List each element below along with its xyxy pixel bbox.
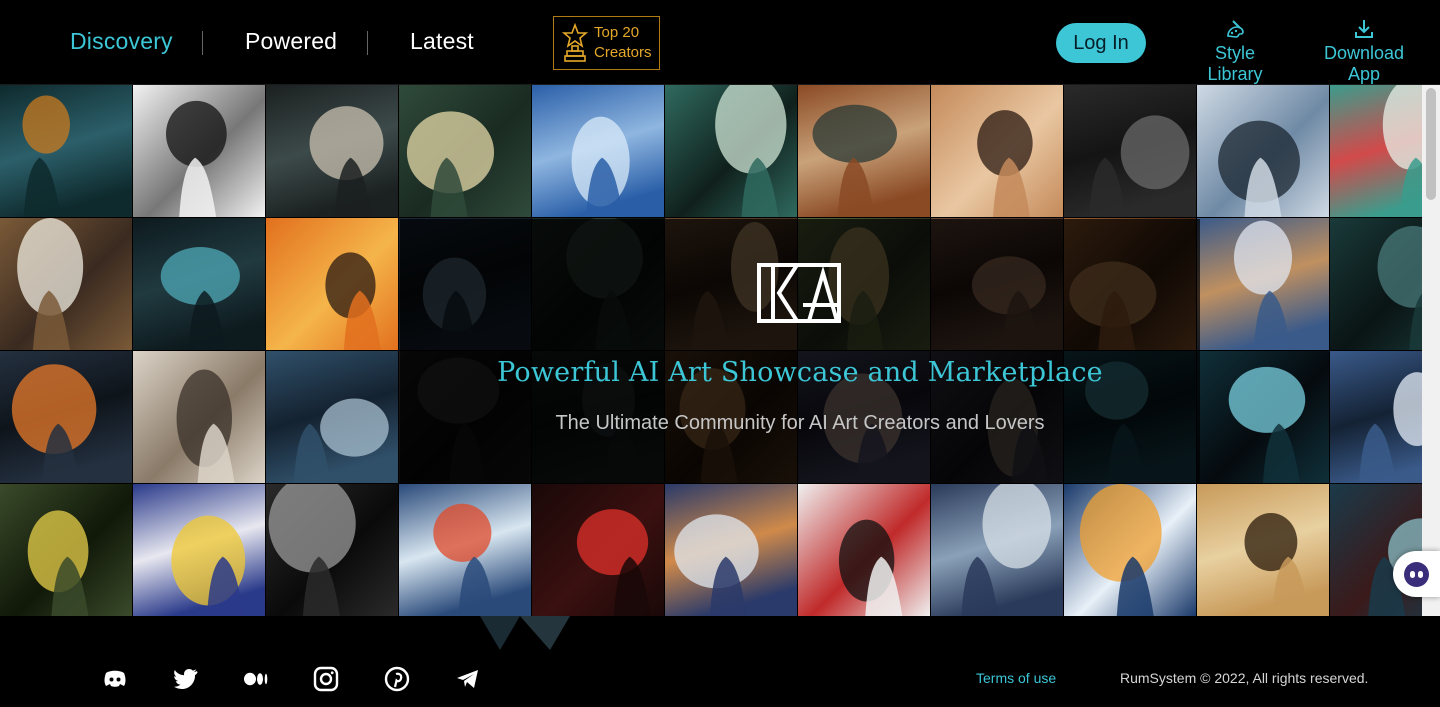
gallery-tile-golden-teapot[interactable]	[133, 484, 266, 616]
gallery-tile-cat-snarl[interactable]	[1330, 85, 1422, 218]
medium-link[interactable]	[243, 666, 269, 692]
gallery-tile-monolith-portal[interactable]	[1197, 351, 1330, 484]
gallery-tile-horned-beast[interactable]	[1330, 218, 1422, 351]
gallery-tile-anime-girl-ice[interactable]	[532, 85, 665, 218]
gallery-tile-moon-ghoul[interactable]	[0, 484, 133, 616]
gallery-tile-geisha-porcelain[interactable]	[1197, 218, 1330, 351]
discord-link[interactable]	[102, 666, 128, 692]
top-creators-button[interactable]: Top 20 Creators	[553, 16, 660, 70]
gallery-tile-fire-ice-land[interactable]	[399, 484, 532, 616]
pinterest-link[interactable]	[384, 666, 410, 692]
chat-widget-button[interactable]	[1393, 551, 1440, 597]
medium-icon	[244, 672, 268, 686]
terms-of-use-link[interactable]: Terms of use	[976, 670, 1056, 686]
gallery-tile-white-horse[interactable]	[133, 351, 266, 484]
download-app-link[interactable]: Download App	[1309, 18, 1419, 85]
gallery-tile-winter-chapel[interactable]	[665, 484, 798, 616]
gallery-tile-woman-portrait[interactable]	[931, 85, 1064, 218]
hero-subtitle: The Ultimate Community for AI Art Creato…	[555, 412, 1045, 434]
site-footer: Terms of use RumSystem © 2022, All right…	[0, 616, 1440, 707]
gallery-tile-silver-lotus[interactable]	[266, 85, 399, 218]
scrollbar-thumb[interactable]	[1426, 88, 1436, 200]
top-creators-line2: Creators	[594, 44, 652, 61]
site-header: Discovery Powered Latest Top 20 Creators…	[0, 0, 1440, 85]
gallery-tile-manga-man-with-cat[interactable]	[133, 85, 266, 218]
nav-latest[interactable]: Latest	[410, 28, 474, 55]
chat-assistant-icon	[1404, 562, 1429, 587]
decorative-shard	[480, 616, 570, 650]
nav-powered[interactable]: Powered	[245, 28, 337, 55]
gallery-tile-ornate-skull[interactable]	[266, 484, 399, 616]
trophy-star-icon	[562, 23, 588, 62]
nav-discovery[interactable]: Discovery	[70, 28, 173, 55]
nav-divider	[367, 31, 368, 55]
gallery-tile-ice-cube-sunset[interactable]	[1064, 484, 1197, 616]
hero-title: Powerful AI Art Showcase and Marketplace	[497, 357, 1103, 388]
ka-logo-icon	[757, 263, 841, 323]
instagram-link[interactable]	[313, 666, 339, 692]
download-tray-icon	[1355, 20, 1373, 38]
gallery-tile-steampunk-octopus-room[interactable]	[0, 85, 133, 218]
gallery-tile-cabin-sunset[interactable]	[266, 218, 399, 351]
gallery-tile-snow-leopard-wave[interactable]	[931, 484, 1064, 616]
style-library-link[interactable]: Style Library	[1188, 18, 1282, 85]
twitter-icon	[174, 669, 198, 689]
gallery-tile-cartoon-cow[interactable]	[0, 218, 133, 351]
gallery-tile-suit-man-rays[interactable]	[798, 484, 931, 616]
gallery-tile-crystal-house[interactable]	[266, 351, 399, 484]
discord-icon	[104, 670, 126, 687]
gallery-tile-red-moon-skull[interactable]	[532, 484, 665, 616]
pinterest-icon	[384, 666, 410, 692]
hero-overlay	[400, 219, 1200, 484]
nav-divider	[202, 31, 203, 55]
gallery-tile-night-house-car[interactable]	[0, 351, 133, 484]
instagram-icon	[313, 666, 339, 692]
gallery-tile-cheetah[interactable]	[1197, 484, 1330, 616]
gallery-tile-frozen-lake[interactable]	[1330, 351, 1422, 484]
gallery-tile-cyber-warrior[interactable]	[1330, 484, 1422, 616]
gallery-tile-glowing-rose[interactable]	[133, 218, 266, 351]
gallery-tile-maze-corridor-figure[interactable]	[665, 85, 798, 218]
twitter-link[interactable]	[173, 666, 199, 692]
top-creators-line1: Top 20	[594, 24, 640, 41]
download-app-label: Download App	[1323, 43, 1405, 84]
palette-brush-icon	[1227, 20, 1244, 38]
telegram-icon	[457, 670, 478, 688]
login-button[interactable]: Log In	[1056, 23, 1146, 63]
gallery-tile-black-panther[interactable]	[1064, 85, 1197, 218]
telegram-link[interactable]	[455, 666, 481, 692]
gallery-tile-winter-tree[interactable]	[1197, 85, 1330, 218]
gallery-tile-cubist-violin[interactable]	[798, 85, 931, 218]
copyright-text: RumSystem © 2022, All rights reserved.	[1120, 670, 1369, 686]
gallery-tile-ruined-city-wanderer[interactable]	[399, 85, 532, 218]
top-creators-label: Top 20 Creators	[594, 23, 652, 63]
style-library-label: Style Library	[1207, 43, 1263, 84]
